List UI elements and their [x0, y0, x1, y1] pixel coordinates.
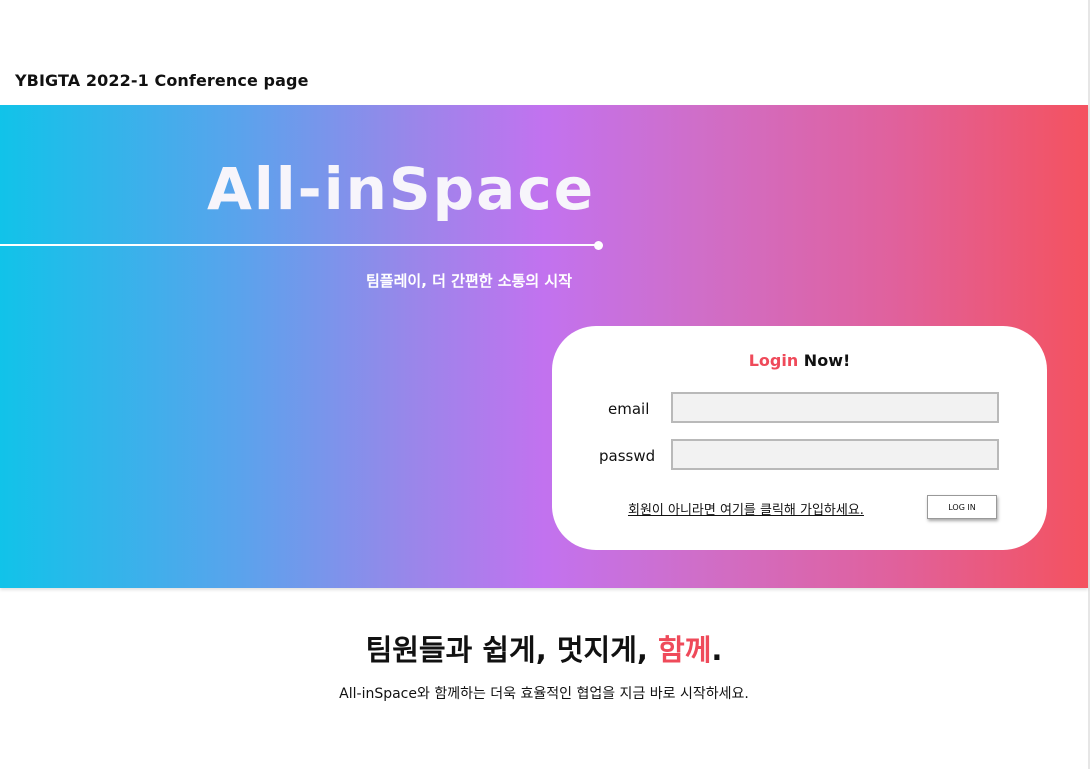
app-logo: All-inSpace [207, 155, 596, 223]
passwd-label: passwd [599, 447, 656, 465]
tagline-suffix: . [711, 633, 723, 667]
tagline-subtitle: All-inSpace와 함께하는 더욱 효율적인 협업을 지금 바로 시작하세… [339, 686, 749, 702]
hero-banner: All-inSpace 팀플레이, 더 간편한 소통의 시작 Login Now… [0, 105, 1088, 588]
login-title-accent: Login [748, 351, 799, 370]
signup-link[interactable]: 회원이 아니라면 여기를 클릭해 가입하세요. [628, 499, 864, 518]
tagline-prefix: 팀원들과 쉽게, 멋지게, [365, 633, 659, 667]
email-label: email [608, 400, 650, 418]
page: YBIGTA 2022-1 Conference page All-inSpac… [0, 0, 1090, 769]
password-field[interactable] [671, 439, 999, 470]
hero-divider-dot [594, 241, 603, 250]
email-field[interactable] [671, 392, 999, 423]
tagline: 팀원들과 쉽게, 멋지게, 함께. [0, 627, 1088, 669]
page-title: YBIGTA 2022-1 Conference page [15, 71, 309, 90]
hero-divider [0, 244, 598, 246]
login-title-rest: Now! [798, 351, 851, 370]
tagline-accent: 함께 [658, 633, 712, 667]
hero-subtitle: 팀플레이, 더 간편한 소통의 시작 [366, 272, 572, 290]
login-button[interactable]: LOG IN [927, 495, 997, 519]
login-title: Login Now! [552, 351, 1047, 370]
login-card: Login Now! email passwd 회원이 아니라면 여기를 클릭해… [552, 326, 1047, 550]
